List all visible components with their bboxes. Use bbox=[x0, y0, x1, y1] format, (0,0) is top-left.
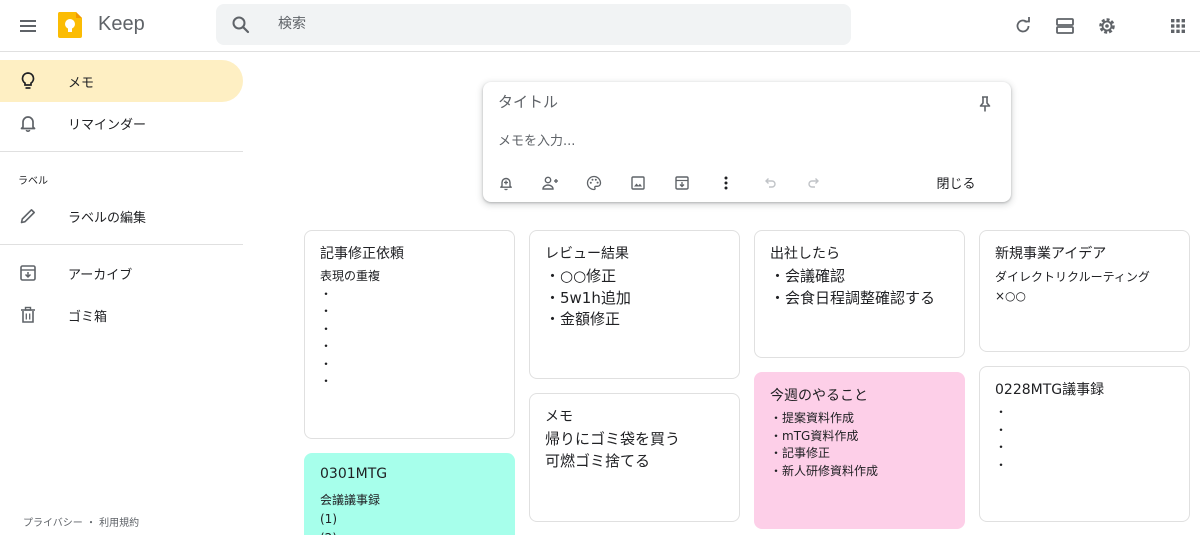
note-card[interactable]: 0301MTG 会議議事録 (1) (2) bbox=[304, 453, 515, 535]
note-body: 帰りにゴミ袋を買う 可燃ゴミ捨てる bbox=[545, 430, 681, 470]
palette-icon bbox=[586, 175, 602, 191]
note-card[interactable]: 新規事業アイデア ダイレクトリクルーティング ×○○ bbox=[979, 230, 1190, 352]
note-title: 0228MTG議事録 bbox=[995, 382, 1105, 398]
refresh-button[interactable] bbox=[1008, 11, 1038, 41]
note-composer[interactable]: 閉じる bbox=[483, 82, 1011, 202]
lightbulb-icon bbox=[17, 70, 39, 92]
sidebar-item-archive[interactable]: アーカイブ bbox=[0, 252, 243, 294]
collaborator-button[interactable] bbox=[537, 170, 563, 196]
note-body: 会議議事録 (1) (2) bbox=[320, 493, 381, 535]
archive-button[interactable] bbox=[669, 170, 695, 196]
pin-icon bbox=[976, 95, 994, 113]
sidebar-item-trash[interactable]: ゴミ箱 bbox=[0, 294, 243, 336]
sidebar-item-label: アーカイブ bbox=[68, 268, 133, 283]
reminder-icon bbox=[498, 175, 514, 191]
list-view-icon bbox=[1055, 16, 1075, 36]
sidebar-divider bbox=[0, 244, 243, 245]
note-body: ・ ・ ・ ・ bbox=[995, 405, 1008, 472]
archive-icon bbox=[674, 175, 690, 191]
close-button[interactable]: 閉じる bbox=[921, 169, 991, 195]
archive-icon bbox=[17, 262, 39, 284]
app-name[interactable]: Keep bbox=[98, 13, 145, 36]
note-card[interactable]: メモ 帰りにゴミ袋を買う 可燃ゴミ捨てる bbox=[529, 393, 740, 522]
pencil-icon bbox=[17, 205, 39, 227]
more-options-button[interactable] bbox=[713, 170, 739, 196]
list-view-button[interactable] bbox=[1050, 11, 1080, 41]
note-body-input[interactable] bbox=[498, 131, 978, 151]
trash-icon bbox=[17, 304, 39, 326]
image-icon bbox=[630, 175, 646, 191]
note-body: 表現の重複 ・ ・ ・ ・ ・ ・ bbox=[320, 269, 381, 388]
note-card[interactable]: 記事修正依頼 表現の重複 ・ ・ ・ ・ ・ ・ bbox=[304, 230, 515, 439]
note-body: ・会議確認 ・会食日程調整確認する bbox=[770, 267, 936, 307]
add-image-button[interactable] bbox=[625, 170, 651, 196]
note-title: 新規事業アイデア bbox=[995, 246, 1107, 262]
sidebar-item-edit-labels[interactable]: ラベルの編集 bbox=[0, 195, 243, 237]
note-body: ・提案資料作成 ・mTG資料作成 ・記事修正 ・新人研修資料作成 bbox=[770, 411, 879, 478]
settings-button[interactable] bbox=[1092, 11, 1122, 41]
undo-button[interactable] bbox=[757, 170, 783, 196]
note-card[interactable]: 0228MTG議事録 ・ ・ ・ ・ bbox=[979, 366, 1190, 522]
google-apps-button[interactable] bbox=[1163, 11, 1193, 41]
note-title: 出社したら bbox=[770, 246, 840, 262]
sidebar-item-label: ゴミ箱 bbox=[68, 310, 108, 325]
sidebar-item-label: リマインダー bbox=[68, 118, 147, 133]
collaborator-icon bbox=[541, 175, 559, 191]
note-card[interactable]: 出社したら ・会議確認 ・会食日程調整確認する bbox=[754, 230, 965, 358]
note-title: レビュー結果 bbox=[545, 246, 629, 262]
privacy-terms-links[interactable]: プライバシー ・ 利用規約 bbox=[23, 514, 139, 529]
remind-me-button[interactable] bbox=[493, 170, 519, 196]
search-icon[interactable] bbox=[230, 14, 252, 36]
note-body: ダイレクトリクルーティング ×○○ bbox=[995, 270, 1150, 303]
sidebar-item-label: メモ bbox=[68, 76, 95, 91]
sidebar-item-label: ラベルの編集 bbox=[68, 211, 147, 226]
top-bar: Keep bbox=[0, 0, 1200, 52]
redo-icon bbox=[806, 175, 822, 191]
refresh-icon bbox=[1013, 16, 1033, 36]
note-card[interactable]: 今週のやること ・提案資料作成 ・mTG資料作成 ・記事修正 ・新人研修資料作成 bbox=[754, 372, 965, 529]
keep-logo[interactable] bbox=[56, 11, 84, 39]
note-title: 記事修正依頼 bbox=[320, 246, 404, 262]
labels-section-heading: ラベル bbox=[18, 176, 48, 187]
note-card[interactable]: レビュー結果 ・○○修正 ・5w1h追加 ・金額修正 bbox=[529, 230, 740, 379]
search-input[interactable] bbox=[278, 12, 818, 36]
pin-button[interactable] bbox=[973, 92, 997, 116]
redo-button[interactable] bbox=[801, 170, 827, 196]
note-body: ・○○修正 ・5w1h追加 ・金額修正 bbox=[545, 267, 631, 328]
bell-icon bbox=[17, 112, 39, 134]
undo-icon bbox=[762, 175, 778, 191]
note-title: 今週のやること bbox=[770, 388, 868, 404]
settings-icon bbox=[1097, 16, 1117, 36]
note-title-input[interactable] bbox=[498, 91, 958, 113]
apps-icon bbox=[1170, 18, 1186, 34]
note-title: 0301MTG bbox=[320, 466, 388, 482]
sidebar-item-notes[interactable]: メモ bbox=[0, 60, 243, 102]
background-options-button[interactable] bbox=[581, 170, 607, 196]
menu-icon bbox=[18, 16, 38, 36]
search-bar[interactable] bbox=[216, 4, 851, 45]
main-menu-button[interactable] bbox=[13, 11, 43, 41]
sidebar: メモ リマインダー ラベル ラベルの編集 アーカイブ ゴミ箱 bbox=[0, 53, 260, 535]
more-icon bbox=[718, 175, 734, 191]
sidebar-divider bbox=[0, 151, 243, 152]
sidebar-item-reminders[interactable]: リマインダー bbox=[0, 102, 243, 144]
note-title: メモ bbox=[545, 409, 573, 425]
